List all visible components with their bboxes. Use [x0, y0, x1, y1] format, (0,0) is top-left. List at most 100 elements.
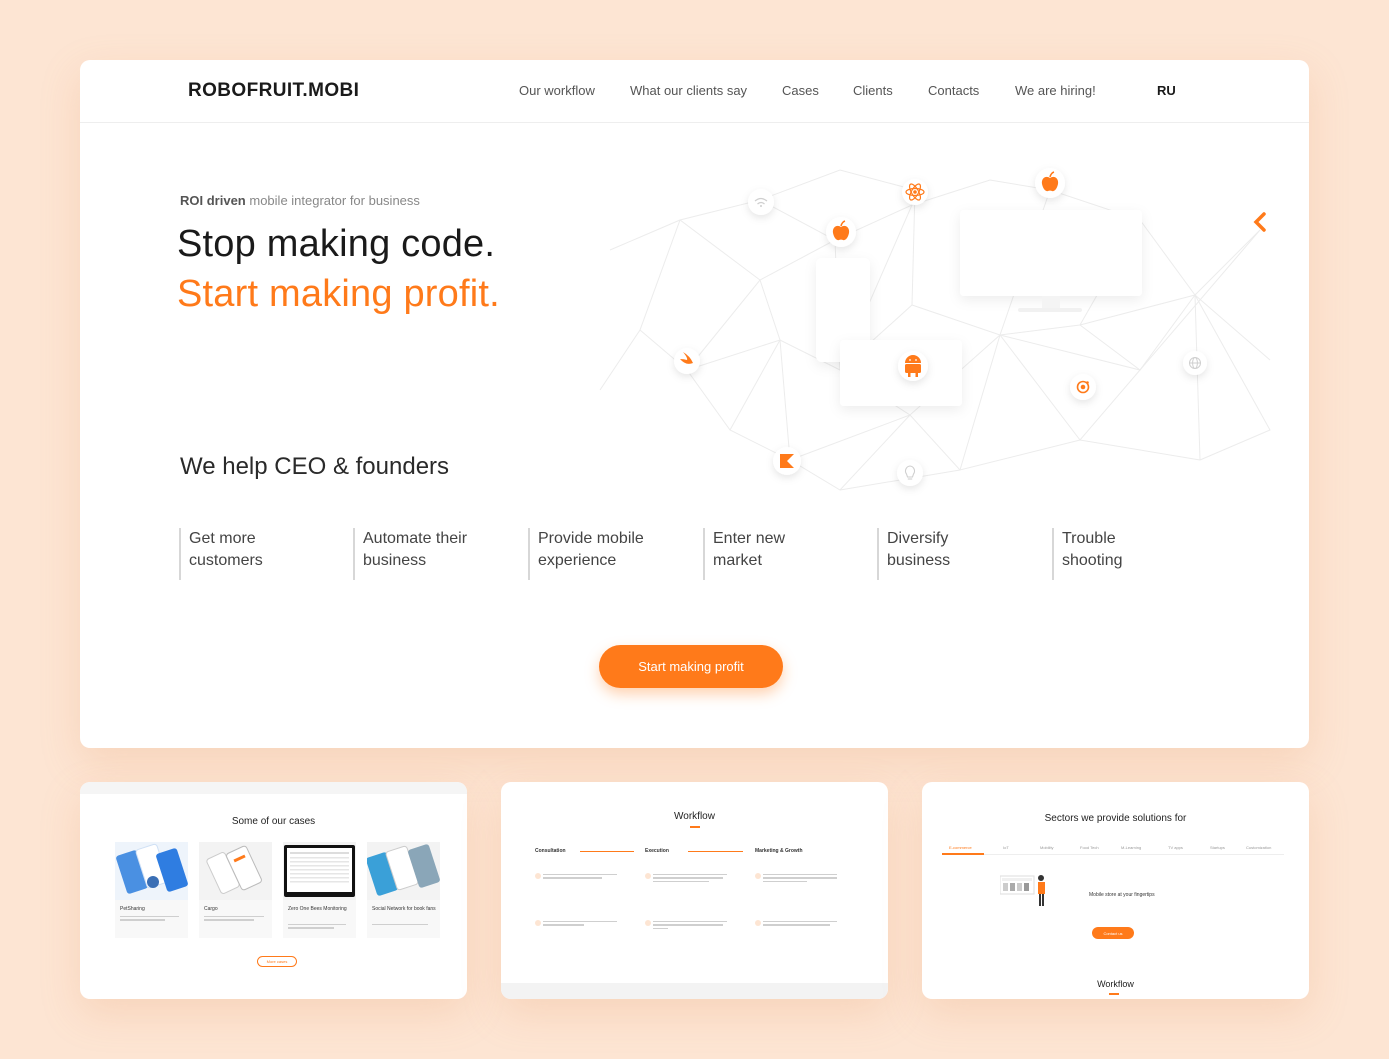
monitor-stand [1042, 296, 1060, 308]
hero-network-graphic [599, 168, 1271, 491]
case-card-cargo[interactable]: Cargo [199, 842, 272, 938]
benefit-trouble-shooting: Trouble shooting [1052, 528, 1192, 580]
stage-arrow [688, 851, 743, 852]
contact-us-button[interactable]: Contact us [1092, 927, 1134, 939]
case-image [115, 842, 188, 900]
case-card-zero-one-bees[interactable]: Zero One Bees Monitoring [283, 842, 356, 938]
nav-contacts[interactable]: Contacts [928, 83, 979, 98]
benefit-line: customers [189, 552, 263, 569]
hero-title-accent: Start making profit. [177, 273, 500, 315]
globe-icon [1183, 351, 1207, 375]
case-description [288, 924, 352, 942]
title-underline [690, 826, 700, 828]
benefit-line: Trouble [1062, 530, 1116, 547]
workflow-step [755, 920, 837, 940]
benefit-line: Diversify [887, 530, 949, 547]
tab-iot[interactable]: IoT [1003, 845, 1009, 850]
stage-arrow [580, 851, 634, 852]
workflow-title: Workflow [674, 811, 715, 822]
case-name: Cargo [204, 906, 218, 912]
site-header: ROBOFRUIT.MOBI Our workflow What our cli… [80, 60, 1309, 123]
ionic-icon [1070, 374, 1096, 400]
react-icon [902, 179, 928, 205]
benefit-line: Automate their [363, 530, 468, 547]
benefit-enter-new-market: Enter new market [703, 528, 843, 580]
workflow-heading: Workflow [1097, 979, 1134, 989]
more-cases-button[interactable]: More cases [257, 956, 297, 967]
start-making-profit-button[interactable]: Start making profit [599, 645, 783, 688]
preview-bottom-strip [501, 983, 888, 999]
workflow-step [535, 920, 617, 940]
tab-food-tech[interactable]: Food Tech [1080, 845, 1099, 850]
tab-startups[interactable]: Startups [1210, 845, 1225, 850]
case-description [120, 916, 184, 934]
case-image [367, 842, 440, 900]
apple-icon [826, 217, 856, 247]
tab-mobility[interactable]: Mobility [1040, 845, 1054, 850]
hero-title: Stop making code. [177, 223, 496, 265]
benefit-line: shooting [1062, 552, 1123, 569]
active-tab-indicator [942, 853, 984, 855]
network-mesh [599, 169, 1271, 491]
tabs-divider [942, 854, 1284, 855]
tab-m-learning[interactable]: M-Learning [1121, 845, 1141, 850]
landing-page-card: ROBOFRUIT.MOBI Our workflow What our cli… [80, 60, 1309, 748]
android-icon [898, 351, 928, 381]
stage-marketing-growth: Marketing & Growth [755, 848, 803, 854]
workflow-step [535, 873, 617, 893]
benefit-get-more-customers: Get more customers [179, 528, 319, 580]
benefit-mobile-experience: Provide mobile experience [528, 528, 668, 580]
benefit-diversify-business: Diversify business [877, 528, 1017, 580]
nav-clients-say[interactable]: What our clients say [630, 83, 747, 98]
benefits-title: We help CEO & founders [180, 453, 450, 480]
stage-execution: Execution [645, 848, 669, 854]
wifi-icon [748, 189, 774, 215]
case-card-book-fans[interactable]: Social Network for book fans [367, 842, 440, 938]
nav-clients[interactable]: Clients [853, 83, 893, 98]
case-description [204, 916, 268, 934]
case-name: Social Network for book fans [372, 906, 436, 912]
benefit-line: Enter new [713, 530, 786, 547]
flutter-icon [1253, 212, 1266, 232]
swift-icon [674, 348, 700, 374]
nav-cases[interactable]: Cases [782, 83, 819, 98]
nav-our-workflow[interactable]: Our workflow [519, 83, 595, 98]
preview-top-strip [80, 782, 467, 794]
cases-preview-card[interactable]: Some of our cases PetSharing Cargo Zero … [80, 782, 467, 999]
cases-title: Some of our cases [231, 816, 316, 827]
tab-tv-apps[interactable]: TV apps [1168, 845, 1183, 850]
monitor-base [1018, 308, 1082, 312]
case-card-petsharing[interactable]: PetSharing [115, 842, 188, 938]
hero-tagline: ROI driven mobile integrator for busines… [180, 193, 420, 208]
workflow-step [755, 873, 837, 893]
benefit-line: Get more [189, 530, 256, 547]
workflow-preview-card[interactable]: Workflow Consultation Execution Marketin… [501, 782, 888, 999]
benefit-line: business [363, 552, 427, 569]
benefit-line: experience [538, 552, 617, 569]
sector-caption: Mobile store at your fingertips [1089, 892, 1155, 898]
main-nav: Our workflow What our clients say Cases … [80, 83, 1309, 101]
tagline-rest: mobile integrator for business [249, 193, 420, 208]
store-illustration [1000, 875, 1045, 906]
benefit-line: market [713, 552, 762, 569]
workflow-step [645, 920, 727, 940]
monitor-frame [960, 210, 1142, 296]
stage-consultation: Consultation [535, 848, 566, 854]
nav-hiring[interactable]: We are hiring! [1015, 83, 1096, 98]
benefit-line: business [887, 552, 951, 569]
benefit-line: Provide mobile [538, 530, 644, 547]
tab-customization[interactable]: Customization [1246, 845, 1271, 850]
language-switch[interactable]: RU [1157, 83, 1176, 98]
sectors-title: Sectors we provide solutions for [1044, 813, 1187, 824]
benefit-automate-business: Automate their business [353, 528, 493, 580]
tab-e-commerce[interactable]: E-commerce [949, 845, 972, 850]
title-underline [1109, 993, 1119, 995]
workflow-step [645, 873, 727, 893]
kotlin-icon [773, 447, 801, 475]
tagline-bold: ROI driven [180, 193, 246, 208]
case-name: PetSharing [120, 906, 145, 912]
case-name: Zero One Bees Monitoring [288, 906, 347, 912]
bulb-icon [897, 460, 923, 486]
sectors-preview-card[interactable]: Sectors we provide solutions for E-comme… [922, 782, 1309, 999]
apple-icon [1035, 168, 1065, 198]
